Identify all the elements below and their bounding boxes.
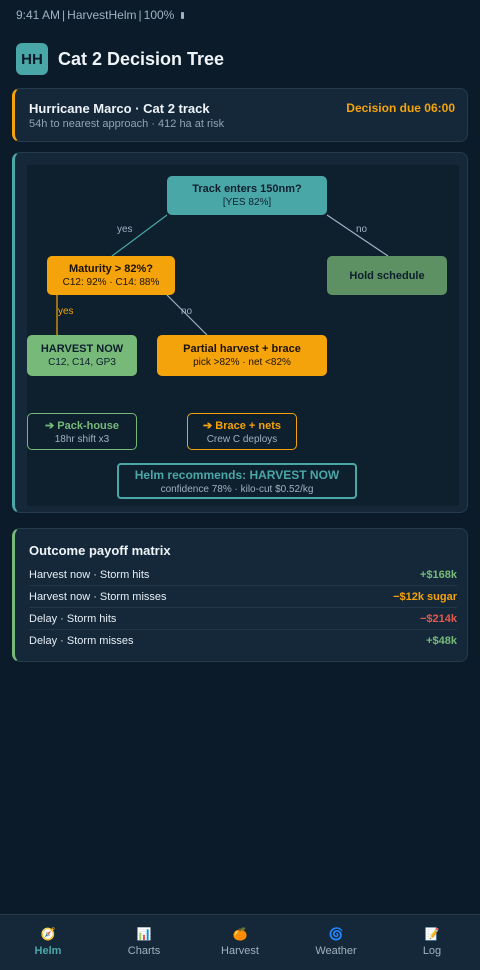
decision-tree-card: yes no yes no Track enters 150nm? [YES 8… bbox=[12, 152, 468, 513]
tab-harvest[interactable]: 🍊 Harvest bbox=[192, 915, 288, 970]
matrix-row-label: Harvest now · Storm hits bbox=[29, 568, 150, 581]
page-title: Cat 2 Decision Tree bbox=[58, 48, 225, 69]
hurricane-alert-card[interactable]: Hurricane Marco · Cat 2 track 54h to nea… bbox=[12, 88, 468, 142]
matrix-row: Delay · Storm hits −$214k bbox=[29, 608, 457, 630]
node-title: Maturity > 82%? bbox=[68, 263, 154, 275]
tab-log[interactable]: 📝 Log bbox=[384, 915, 480, 970]
matrix-row-label: Harvest now · Storm misses bbox=[29, 590, 167, 603]
helm-recommendation[interactable]: Helm recommends: HARVEST NOW confidence … bbox=[117, 463, 357, 499]
node-partial-harvest[interactable]: Partial harvest + brace pick >82% · net … bbox=[157, 335, 327, 376]
edge-root-to-hold bbox=[326, 214, 389, 257]
tab-label: Harvest bbox=[221, 945, 259, 957]
matrix-row-value: −$214k bbox=[419, 612, 457, 625]
matrix-row-value: −$12k sugar bbox=[393, 590, 457, 603]
node-title: HARVEST NOW bbox=[40, 343, 124, 355]
node-subtitle: C12: 92% · C14: 88% bbox=[62, 277, 160, 288]
edge-label-no: no bbox=[181, 306, 193, 317]
edge-label-yes: yes bbox=[58, 306, 74, 317]
node-track-enters[interactable]: Track enters 150nm? [YES 82%] bbox=[167, 176, 327, 215]
battery-level: 100% bbox=[143, 8, 175, 22]
node-title: ➔ Brace + nets bbox=[202, 419, 281, 432]
cyclone-icon: 🌀 bbox=[328, 927, 344, 941]
node-subtitle: pick >82% · net <82% bbox=[193, 357, 291, 368]
alert-title: Hurricane Marco · Cat 2 track bbox=[29, 101, 210, 116]
tab-weather[interactable]: 🌀 Weather bbox=[288, 915, 384, 970]
matrix-row-label: Delay · Storm hits bbox=[29, 612, 117, 625]
node-title: Hold schedule bbox=[349, 269, 425, 282]
matrix-row-value: +$48k bbox=[426, 635, 457, 647]
matrix-row: Harvest now · Storm misses −$12k sugar bbox=[29, 586, 457, 608]
decision-deadline: Decision due 06:00 bbox=[346, 101, 455, 115]
status-time: 9:41 AM bbox=[16, 8, 61, 22]
node-title: Track enters 150nm? bbox=[192, 183, 302, 195]
node-maturity-check[interactable]: Maturity > 82%? C12: 92% · C14: 88% bbox=[47, 256, 175, 295]
recommendation-title: Helm recommends: HARVEST NOW bbox=[134, 467, 340, 482]
status-app-name: HarvestHelm bbox=[67, 8, 137, 22]
matrix-row-label: Delay · Storm misses bbox=[29, 635, 134, 647]
matrix-row: Harvest now · Storm hits +$168k bbox=[29, 564, 457, 586]
status-separator: | bbox=[138, 8, 142, 22]
matrix-row: Delay · Storm misses +$48k bbox=[29, 630, 457, 652]
node-subtitle: Crew C deploys bbox=[206, 433, 278, 445]
memo-icon: 📝 bbox=[424, 927, 440, 941]
alert-subtitle: 54h to nearest approach · 412 ha at risk bbox=[29, 118, 225, 130]
node-subtitle: 18hr shift x3 bbox=[54, 433, 110, 445]
bar-chart-icon: 📊 bbox=[136, 927, 152, 941]
node-title: Partial harvest + brace bbox=[183, 343, 301, 355]
tab-helm[interactable]: 🧭 Helm bbox=[0, 915, 96, 970]
tab-label: Log bbox=[422, 945, 442, 957]
edge-root-to-maturity bbox=[111, 214, 168, 257]
node-harvest-now[interactable]: HARVEST NOW C12, C14, GP3 bbox=[27, 335, 137, 376]
node-title: ➔ Pack-house bbox=[44, 419, 120, 432]
edge-label-no: no bbox=[356, 224, 368, 235]
status-separator: | bbox=[62, 8, 66, 22]
status-bar: 9:41 AM | HarvestHelm | 100% bbox=[16, 8, 185, 22]
tab-charts[interactable]: 📊 Charts bbox=[96, 915, 192, 970]
compass-icon: 🧭 bbox=[40, 927, 56, 941]
recommendation-detail: confidence 78% · kilo-cut $0.52/kg bbox=[160, 483, 314, 495]
node-brace-nets[interactable]: ➔ Brace + nets Crew C deploys bbox=[187, 413, 297, 450]
node-subtitle: [YES 82%] bbox=[222, 197, 272, 208]
bottom-tab-bar: 🧭 Helm 📊 Charts 🍊 Harvest 🌀 Weather 📝 Lo… bbox=[0, 914, 480, 970]
node-hold-schedule[interactable]: Hold schedule bbox=[327, 256, 447, 295]
tab-label: Weather bbox=[315, 945, 357, 957]
app-header: HH Cat 2 Decision Tree bbox=[16, 43, 224, 75]
edge-label-yes: yes bbox=[117, 224, 133, 235]
battery-icon bbox=[181, 11, 185, 19]
decision-tree: yes no yes no Track enters 150nm? [YES 8… bbox=[27, 165, 459, 506]
node-pack-house[interactable]: ➔ Pack-house 18hr shift x3 bbox=[27, 413, 137, 450]
tab-label: Charts bbox=[127, 945, 161, 957]
tab-label: Helm bbox=[34, 945, 62, 957]
fruit-icon: 🍊 bbox=[232, 927, 248, 941]
node-subtitle: C12, C14, GP3 bbox=[48, 357, 116, 368]
payoff-matrix-card: Outcome payoff matrix Harvest now · Stor… bbox=[12, 528, 468, 662]
app-logo: HH bbox=[16, 43, 48, 75]
matrix-title: Outcome payoff matrix bbox=[29, 543, 171, 558]
matrix-row-value: +$168k bbox=[419, 568, 457, 581]
